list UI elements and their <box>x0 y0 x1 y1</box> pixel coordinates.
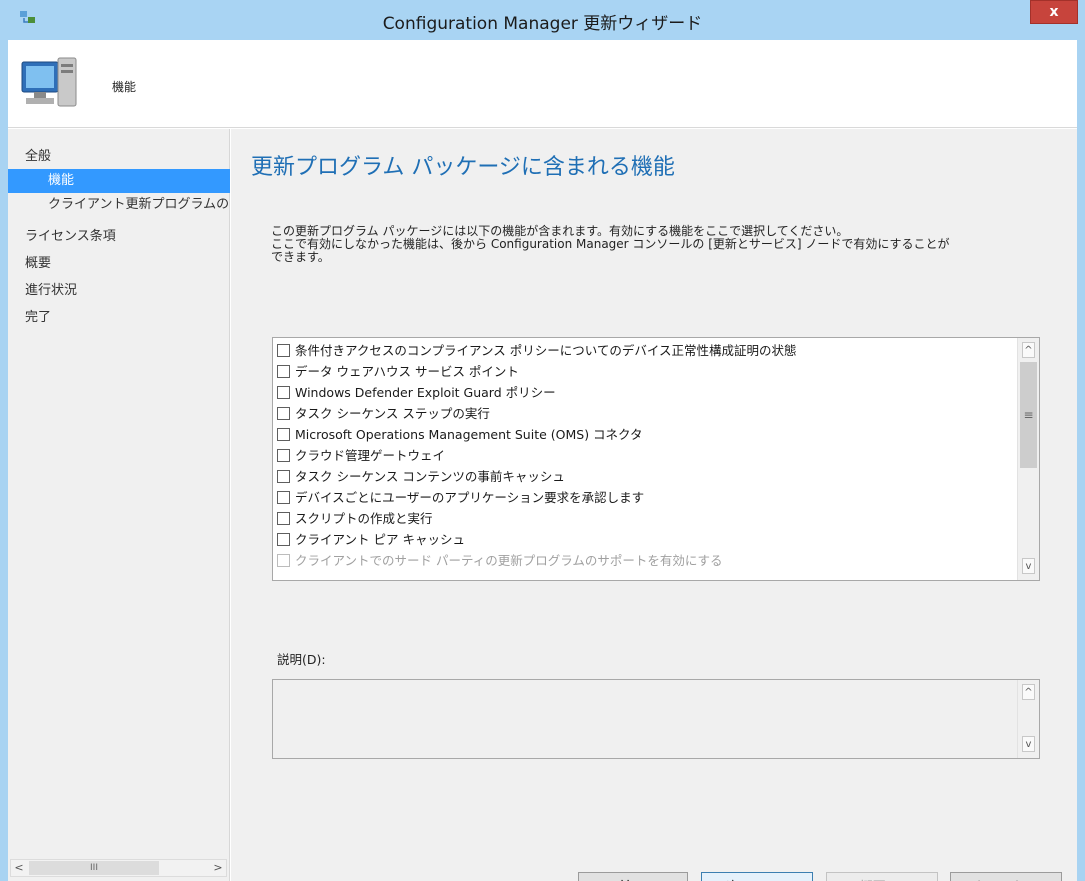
feature-checklist[interactable]: 条件付きアクセスのコンプライアンス ポリシーについてのデバイス正常性構成証明の状… <box>272 337 1040 581</box>
feature-label: タスク シーケンス コンテンツの事前キャッシュ <box>295 469 565 484</box>
description-line: できます。 <box>271 250 330 264</box>
feature-item-disabled: クライアントでのサード パーティの更新プログラムのサポートを有効にする <box>277 550 722 571</box>
cancel-button[interactable]: キャンセル <box>950 872 1062 881</box>
summary-button: 概要(S) <box>826 872 938 881</box>
page-title: 更新プログラム パッケージに含まれる機能 <box>251 155 675 180</box>
feature-item[interactable]: デバイスごとにユーザーのアプリケーション要求を承認します <box>277 487 644 508</box>
title-bar[interactable]: Configuration Manager 更新ウィザード x <box>0 0 1085 40</box>
step-header-title: 機能 <box>112 80 137 94</box>
scroll-down-arrow-icon[interactable]: v <box>1022 558 1035 574</box>
next-button[interactable]: 次へ(N) > <box>701 872 813 881</box>
feature-checkbox[interactable] <box>277 344 290 357</box>
feature-label: タスク シーケンス ステップの実行 <box>295 406 490 421</box>
feature-checkbox[interactable] <box>277 512 290 525</box>
scroll-up-arrow-icon[interactable]: ^ <box>1022 342 1035 358</box>
feature-item[interactable]: スクリプトの作成と実行 <box>277 508 433 529</box>
feature-item[interactable]: タスク シーケンス ステップの実行 <box>277 403 490 424</box>
feature-label: Microsoft Operations Management Suite (O… <box>295 427 643 442</box>
feature-item[interactable]: クライアント ピア キャッシュ <box>277 529 465 550</box>
feature-checkbox[interactable] <box>277 491 290 504</box>
feature-label: Windows Defender Exploit Guard ポリシー <box>295 385 556 400</box>
close-button[interactable]: x <box>1030 0 1078 24</box>
feature-item[interactable]: 条件付きアクセスのコンプライアンス ポリシーについてのデバイス正常性構成証明の状… <box>277 340 796 361</box>
wizard-step-navigation: 全般 機能 クライアント更新プログラムの: ライセンス条項 概要 進行状況 完了… <box>8 129 230 881</box>
feature-label: クライアントでのサード パーティの更新プログラムのサポートを有効にする <box>295 553 723 568</box>
feature-label: 条件付きアクセスのコンプライアンス ポリシーについてのデバイス正常性構成証明の状… <box>295 343 797 358</box>
feature-label: クライアント ピア キャッシュ <box>295 532 465 547</box>
feature-label: データ ウェアハウス サービス ポイント <box>295 364 519 379</box>
feature-checkbox[interactable] <box>277 428 290 441</box>
feature-label: デバイスごとにユーザーのアプリケーション要求を承認します <box>295 490 645 505</box>
wizard-content: 更新プログラム パッケージに含まれる機能 この更新プログラム パッケージには以下… <box>231 129 1077 881</box>
description-line: ここで有効にしなかった機能は、後から Configuration Manager… <box>271 237 950 251</box>
window-title: Configuration Manager 更新ウィザード <box>382 14 703 34</box>
wizard-window: Configuration Manager 更新ウィザード x 機能 全般 機能… <box>0 0 1085 881</box>
scroll-right-arrow-icon[interactable]: > <box>210 860 226 876</box>
nav-item-completion[interactable]: 完了 <box>8 306 230 330</box>
back-button[interactable]: < 前へ(P) <box>578 872 688 881</box>
nav-item-license-terms[interactable]: ライセンス条項 <box>8 225 230 249</box>
scrollbar-thumb[interactable]: ≡ <box>1020 362 1037 468</box>
wizard-client-area: 機能 全般 機能 クライアント更新プログラムの: ライセンス条項 概要 進行状況… <box>8 40 1077 881</box>
feature-checkbox[interactable] <box>277 470 290 483</box>
feature-item[interactable]: タスク シーケンス コンテンツの事前キャッシュ <box>277 466 565 487</box>
computer-icon <box>21 57 77 107</box>
sidebar-horizontal-scrollbar[interactable]: < III > <box>10 859 227 877</box>
page-description: この更新プログラム パッケージには以下の機能が含まれます。有効にする機能をここで… <box>271 225 1061 264</box>
feature-checkbox[interactable] <box>277 407 290 420</box>
feature-checkbox <box>277 554 290 567</box>
wizard-header: 機能 <box>8 40 1077 128</box>
feature-item[interactable]: データ ウェアハウス サービス ポイント <box>277 361 519 382</box>
feature-label: クラウド管理ゲートウェイ <box>295 448 446 463</box>
scroll-down-arrow-icon[interactable]: v <box>1022 736 1035 752</box>
feature-item[interactable]: Microsoft Operations Management Suite (O… <box>277 424 643 445</box>
scrollbar-thumb[interactable]: III <box>29 861 159 875</box>
feature-checkbox[interactable] <box>277 533 290 546</box>
feature-item[interactable]: Windows Defender Exploit Guard ポリシー <box>277 382 556 403</box>
nav-item-general[interactable]: 全般 <box>8 145 230 169</box>
scroll-left-arrow-icon[interactable]: < <box>11 860 27 876</box>
feature-label: スクリプトの作成と実行 <box>295 511 433 526</box>
details-textbox[interactable]: ^ v <box>272 679 1040 759</box>
feature-list-scrollbar[interactable]: ^ ≡ v <box>1017 338 1039 580</box>
feature-checkbox[interactable] <box>277 449 290 462</box>
details-scrollbar[interactable]: ^ v <box>1017 680 1039 758</box>
feature-checkbox[interactable] <box>277 386 290 399</box>
nav-item-features[interactable]: 機能 <box>8 169 230 193</box>
details-label: 説明(D): <box>277 652 326 667</box>
scroll-up-arrow-icon[interactable]: ^ <box>1022 684 1035 700</box>
nav-item-summary[interactable]: 概要 <box>8 252 230 276</box>
nav-item-progress[interactable]: 進行状況 <box>8 279 230 303</box>
nav-item-client-update[interactable]: クライアント更新プログラムの: <box>8 193 230 217</box>
feature-item[interactable]: クラウド管理ゲートウェイ <box>277 445 445 466</box>
feature-checkbox[interactable] <box>277 365 290 378</box>
